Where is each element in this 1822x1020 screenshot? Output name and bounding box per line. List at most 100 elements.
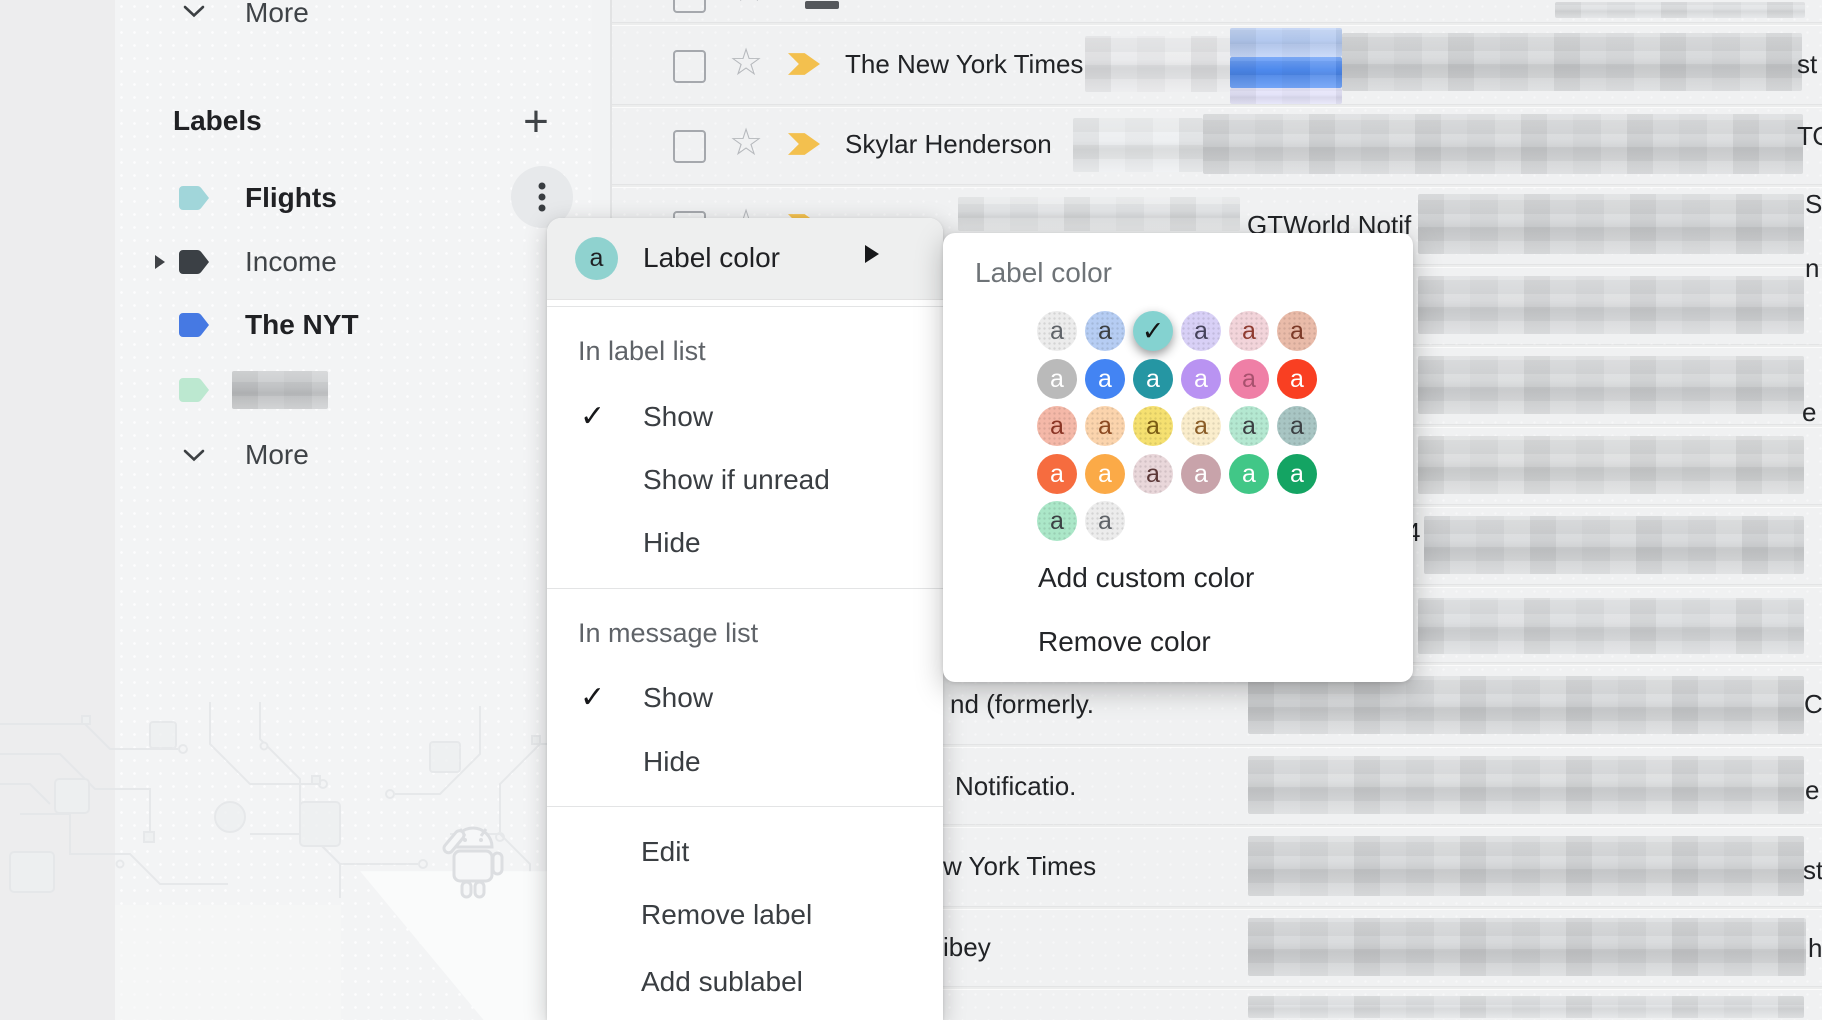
color-swatch[interactable]: a: [1277, 359, 1317, 399]
redacted-text-blur: [1248, 676, 1804, 734]
color-swatch[interactable]: a: [1133, 454, 1173, 494]
email-checkbox[interactable]: [673, 50, 706, 83]
label-color-panel: Label color aa✓aaaaaaaaaaaaaaaaaaaaaaa A…: [943, 233, 1413, 682]
color-swatch[interactable]: a: [1085, 501, 1125, 541]
email-row-separator: [612, 23, 1822, 25]
sidebar-item-redacted[interactable]: [140, 362, 570, 418]
menu-item-add-sublabel[interactable]: Add sublabel: [547, 962, 943, 1002]
email-sender: The New York Times: [845, 44, 1083, 84]
menu-divider: [547, 588, 943, 589]
sidebar-item-the-nyt[interactable]: The NYT: [140, 297, 570, 353]
gmail-screen: ☆☆The New York Times☆Skylar Henderson☆GT…: [0, 0, 1822, 1020]
email-row-separator: [612, 185, 1822, 187]
add-custom-color-button[interactable]: Add custom color: [1038, 558, 1254, 598]
color-swatch[interactable]: a: [1085, 406, 1125, 446]
edge-text-fragment: h: [1808, 928, 1822, 968]
redacted-text-blur: [1342, 33, 1802, 91]
menu-item-label-color[interactable]: a Label color: [547, 218, 943, 300]
sidebar-item-label: Flights: [245, 170, 337, 226]
color-swatch[interactable]: a: [1037, 359, 1077, 399]
menu-divider: [547, 306, 943, 307]
color-swatch[interactable]: a: [1229, 311, 1269, 351]
star-icon[interactable]: ☆: [728, 120, 764, 166]
sidebar-item-label: Income: [245, 234, 337, 290]
redacted-text-blur: [1073, 118, 1203, 172]
color-swatch[interactable]: a: [1037, 454, 1077, 494]
label-tag-icon: [178, 249, 210, 275]
menu-item-label: Show: [643, 678, 713, 718]
menu-item-label: Show: [643, 397, 713, 437]
importance-marker-icon[interactable]: [788, 131, 820, 157]
color-swatch[interactable]: a: [1085, 311, 1125, 351]
redacted-text-blur: [1248, 996, 1804, 1018]
color-swatch-selected[interactable]: ✓: [1133, 311, 1173, 351]
label-tag-icon: [178, 185, 210, 211]
sidebar-item-label: More: [245, 0, 309, 41]
menu-item-show-if-unread[interactable]: Show if unread: [547, 460, 943, 500]
sidebar-item-income[interactable]: Income: [140, 234, 570, 290]
edge-text-fragment: S: [1805, 184, 1822, 224]
menu-item-label: Add sublabel: [641, 962, 803, 1002]
color-swatch[interactable]: a: [1085, 359, 1125, 399]
color-swatch[interactable]: a: [1229, 454, 1269, 494]
color-swatch[interactable]: a: [1037, 311, 1077, 351]
menu-item-label: Label color: [643, 238, 780, 278]
redacted-text-blur: [1248, 836, 1804, 896]
menu-item-show[interactable]: ✓ Show: [547, 678, 943, 718]
menu-item-edit[interactable]: Edit: [547, 832, 943, 872]
menu-section-header: In message list: [578, 613, 758, 653]
color-swatch[interactable]: a: [1229, 406, 1269, 446]
redacted-highlight-blur: [1230, 88, 1342, 104]
redacted-text-blur: [1203, 114, 1803, 174]
color-swatch[interactable]: a: [1277, 406, 1317, 446]
color-swatch[interactable]: a: [1037, 406, 1077, 446]
redacted-text-blur: [1418, 276, 1804, 334]
label-context-menu: a Label color In label list✓ShowShow if …: [547, 218, 943, 1020]
color-swatch[interactable]: a: [1181, 406, 1221, 446]
menu-item-hide[interactable]: Hide: [547, 523, 943, 563]
sidebar-item-flights[interactable]: Flights: [140, 170, 570, 226]
label-tag-icon: [178, 377, 210, 403]
chevron-down-icon: [183, 449, 205, 467]
color-swatch[interactable]: a: [1037, 501, 1077, 541]
menu-item-remove-label[interactable]: Remove label: [547, 895, 943, 935]
sidebar-item-more-top[interactable]: More: [140, 0, 570, 41]
redacted-text-blur: [958, 197, 1240, 231]
color-swatch[interactable]: a: [1133, 406, 1173, 446]
redacted-text-blur: [1418, 598, 1804, 654]
three-dot-icon: [539, 183, 546, 212]
color-swatch[interactable]: a: [1277, 311, 1317, 351]
checkbox-partial: [673, 0, 706, 13]
color-swatch[interactable]: a: [1181, 454, 1221, 494]
color-swatch[interactable]: a: [1181, 359, 1221, 399]
labels-header: Labels: [173, 96, 262, 146]
email-sender-partial: w York Times: [943, 846, 1096, 886]
email-checkbox[interactable]: [673, 130, 706, 163]
sidebar-item-more-bottom[interactable]: More: [140, 427, 570, 483]
color-swatch[interactable]: a: [1277, 454, 1317, 494]
check-icon: ✓: [580, 397, 605, 437]
redacted-highlight-blur: [1230, 57, 1342, 88]
menu-item-hide[interactable]: Hide: [547, 742, 943, 782]
color-swatch[interactable]: a: [1085, 454, 1125, 494]
redacted-label-blur: [232, 371, 328, 409]
color-swatch[interactable]: a: [1229, 359, 1269, 399]
email-sender: Skylar Henderson: [845, 124, 1052, 164]
redacted-text-blur: [1555, 2, 1805, 18]
sender-partial-blur: [805, 1, 839, 9]
sidebar-content: More Labels + Flights Income The NYT More: [0, 0, 592, 1020]
redacted-text-blur: [1248, 918, 1806, 976]
color-swatch[interactable]: a: [1133, 359, 1173, 399]
menu-divider: [547, 806, 943, 807]
color-swatch[interactable]: a: [1181, 311, 1221, 351]
star-icon[interactable]: ☆: [728, 40, 764, 86]
labels-header-row: Labels +: [140, 96, 570, 146]
redacted-text-blur: [1418, 194, 1804, 254]
create-label-button[interactable]: +: [512, 98, 560, 146]
importance-marker-icon[interactable]: [788, 51, 820, 77]
expand-arrow-icon[interactable]: [155, 255, 165, 269]
menu-item-show[interactable]: ✓ Show: [547, 397, 943, 437]
edge-text-fragment: e: [1802, 392, 1816, 432]
check-icon: ✓: [580, 678, 605, 718]
remove-color-button[interactable]: Remove color: [1038, 622, 1211, 662]
